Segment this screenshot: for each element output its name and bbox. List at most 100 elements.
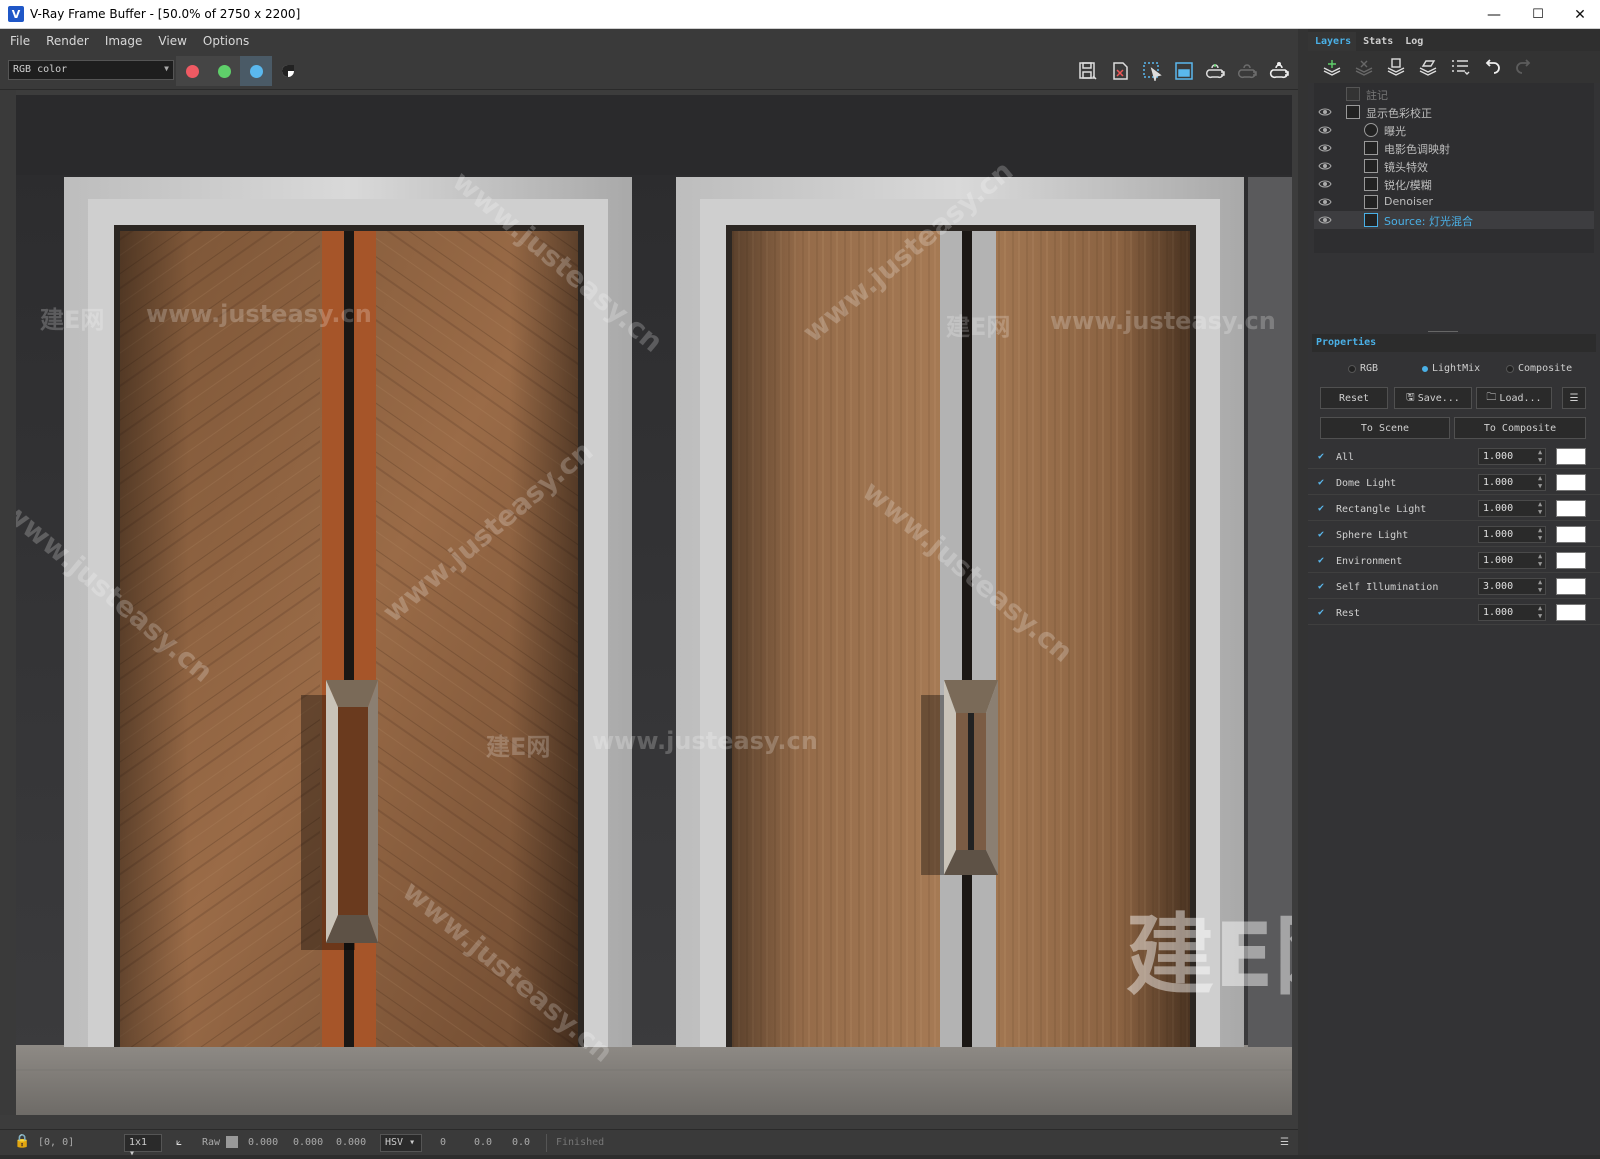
lightmix-color-swatch[interactable] — [1556, 474, 1586, 491]
spinner-arrows-icon[interactable]: ▲ ▼ — [1538, 526, 1542, 542]
redo-icon[interactable] — [1512, 56, 1536, 78]
layer-row[interactable]: 註记 — [1314, 85, 1594, 103]
chevron-down-icon: ▼ — [164, 64, 169, 73]
lightmix-color-swatch[interactable] — [1556, 552, 1586, 569]
raw-g: 0.000 — [293, 1137, 324, 1148]
log-toggle-icon[interactable]: ☰ — [1280, 1137, 1289, 1148]
layer-name: Source: 灯光混合 — [1384, 215, 1473, 228]
menu-file[interactable]: File — [4, 34, 36, 48]
layer-row[interactable]: 显示色彩校正 — [1314, 103, 1594, 121]
load-layers-icon[interactable] — [1416, 56, 1440, 78]
eye-icon[interactable] — [1318, 141, 1332, 155]
mode-rgb-radio[interactable]: RGB — [1348, 363, 1378, 374]
tab-log[interactable]: Log — [1398, 32, 1428, 51]
radio-icon — [1506, 364, 1514, 373]
lightmix-checkbox[interactable]: ✔ — [1318, 478, 1328, 488]
eye-icon[interactable] — [1318, 105, 1332, 119]
menu-render[interactable]: Render — [40, 34, 95, 48]
lightmix-checkbox[interactable]: ✔ — [1318, 530, 1328, 540]
lightmix-checkbox[interactable]: ✔ — [1318, 608, 1328, 618]
layer-row[interactable]: 锐化/模糊 — [1314, 175, 1594, 193]
lightmix-color-swatch[interactable] — [1556, 578, 1586, 595]
region-render-icon[interactable] — [1140, 59, 1164, 83]
spinner-arrows-icon[interactable]: ▲ ▼ — [1538, 604, 1542, 620]
exposure-icon — [1364, 123, 1378, 137]
to-scene-button[interactable]: To Scene — [1320, 417, 1450, 439]
layer-row[interactable]: 曝光 — [1314, 121, 1594, 139]
render-icon[interactable] — [1268, 59, 1292, 83]
delete-layer-icon[interactable] — [1352, 56, 1376, 78]
green-channel-button[interactable] — [208, 56, 240, 86]
interactive-render-icon[interactable] — [1236, 59, 1260, 83]
render-last-icon[interactable] — [1204, 59, 1228, 83]
lightmix-checkbox[interactable]: ✔ — [1318, 556, 1328, 566]
layer-row[interactable]: 电影色调映射 — [1314, 139, 1594, 157]
lightmix-multiplier-input[interactable]: 1.000 — [1478, 604, 1546, 621]
eye-icon[interactable] — [1318, 213, 1332, 227]
red-channel-button[interactable] — [176, 56, 208, 86]
channel-select[interactable]: RGB color ▼ — [8, 60, 174, 80]
undo-icon[interactable] — [1480, 56, 1504, 78]
lock-icon[interactable]: 🔒 — [14, 1134, 30, 1149]
minimize-button[interactable]: — — [1472, 0, 1516, 29]
mode-lightmix-radio[interactable]: LightMix — [1422, 363, 1480, 374]
radio-icon — [1348, 364, 1356, 373]
blue-channel-button[interactable] — [240, 56, 272, 86]
layer-list-icon[interactable] — [1448, 56, 1472, 78]
eye-icon[interactable] — [1318, 159, 1332, 173]
properties-header: Properties — [1312, 334, 1596, 352]
lightmix-multiplier-input[interactable]: 1.000 — [1478, 474, 1546, 491]
eye-icon[interactable] — [1318, 195, 1332, 209]
load-button[interactable]: 🗀 Load... — [1476, 387, 1552, 409]
spinner-arrows-icon[interactable]: ▲ ▼ — [1538, 448, 1542, 464]
close-button[interactable]: ✕ — [1558, 0, 1600, 29]
eye-icon[interactable] — [1318, 177, 1332, 191]
save-button[interactable]: 🖫 Save... — [1394, 387, 1472, 409]
menu-view[interactable]: View — [152, 34, 192, 48]
lightmix-multiplier-input[interactable]: 1.000 — [1478, 500, 1546, 517]
eye-icon[interactable] — [1318, 123, 1332, 137]
lightmix-checkbox[interactable]: ✔ — [1318, 452, 1328, 462]
zoom-select[interactable]: 1x1 ▾ — [124, 1134, 162, 1159]
menu-options[interactable]: Options — [197, 34, 255, 48]
render-viewport[interactable]: 建E网 www.justeasy.cn 建E网 www.justeasy.cn … — [16, 95, 1292, 1115]
spinner-arrows-icon[interactable]: ▲ ▼ — [1538, 552, 1542, 568]
lightmix-color-swatch[interactable] — [1556, 604, 1586, 621]
lightmix-multiplier-input[interactable]: 1.000 — [1478, 526, 1546, 543]
maximize-button[interactable]: ☐ — [1516, 0, 1560, 29]
lightmix-checkbox[interactable]: ✔ — [1318, 504, 1328, 514]
tab-layers[interactable]: Layers — [1308, 32, 1357, 51]
denoiser-icon — [1364, 195, 1378, 209]
clear-image-icon[interactable] — [1108, 59, 1132, 83]
lightmix-color-swatch[interactable] — [1556, 526, 1586, 543]
spinner-arrows-icon[interactable]: ▲ ▼ — [1538, 578, 1542, 594]
track-mouse-icon[interactable] — [1172, 59, 1196, 83]
lightmix-color-swatch[interactable] — [1556, 500, 1586, 517]
lightmix-row: ✔ Self Illumination 3.000 ▲ ▼ — [1308, 575, 1600, 599]
create-layer-icon[interactable] — [1320, 56, 1344, 78]
lightmix-multiplier-input[interactable]: 1.000 — [1478, 552, 1546, 569]
lightmix-multiplier-input[interactable]: 1.000 — [1478, 448, 1546, 465]
save-image-icon[interactable] — [1076, 59, 1100, 83]
tab-stats[interactable]: Stats — [1356, 32, 1398, 51]
reset-button[interactable]: Reset — [1320, 387, 1388, 409]
lightmix-label: Environment — [1336, 556, 1403, 567]
lightmix-multiplier-input[interactable]: 3.000 — [1478, 578, 1546, 595]
lightmix-row: ✔ Rest 1.000 ▲ ▼ — [1308, 601, 1600, 625]
vray-frame-buffer-window: V V-Ray Frame Buffer - [50.0% of 2750 x … — [0, 0, 1600, 1159]
spinner-arrows-icon[interactable]: ▲ ▼ — [1538, 500, 1542, 516]
alpha-channel-button[interactable] — [272, 56, 304, 86]
layer-row-selected[interactable]: Source: 灯光混合 — [1314, 211, 1594, 229]
panel-splitter[interactable] — [1298, 29, 1308, 1155]
mode-composite-radio[interactable]: Composite — [1506, 363, 1572, 374]
layer-row[interactable]: 镜头特效 — [1314, 157, 1594, 175]
menu-image[interactable]: Image — [99, 34, 149, 48]
spinner-arrows-icon[interactable]: ▲ ▼ — [1538, 474, 1542, 490]
to-composite-button[interactable]: To Composite — [1454, 417, 1586, 439]
lightmix-menu-button[interactable]: ☰ — [1562, 387, 1586, 409]
color-space-select[interactable]: HSV ▾ — [380, 1134, 422, 1152]
layer-row[interactable]: Denoiser — [1314, 193, 1594, 211]
save-layers-icon[interactable] — [1384, 56, 1408, 78]
lightmix-color-swatch[interactable] — [1556, 448, 1586, 465]
lightmix-checkbox[interactable]: ✔ — [1318, 582, 1328, 592]
